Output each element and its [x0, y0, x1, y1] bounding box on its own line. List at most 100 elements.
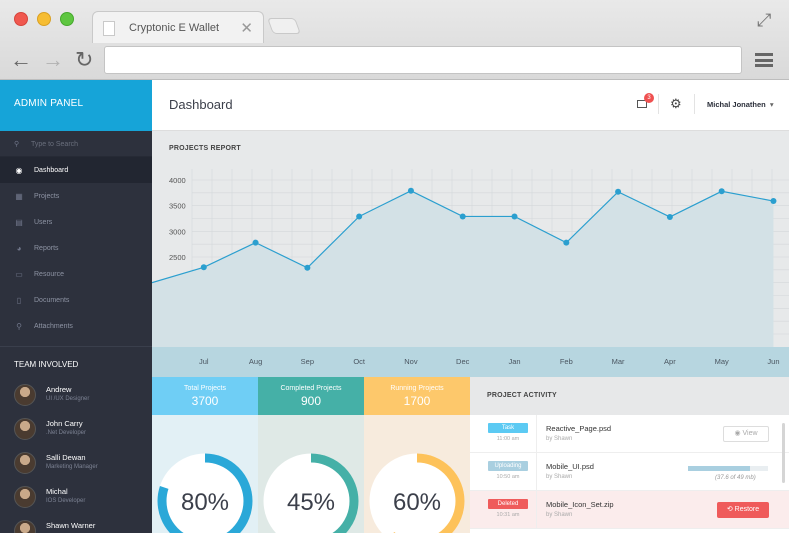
- data-point: [304, 264, 311, 271]
- stat-value: 900: [300, 394, 322, 408]
- sidebar-item-label: Users: [34, 218, 53, 226]
- data-point: [563, 239, 570, 246]
- file-name: Mobile_Icon_Set.zip: [546, 500, 614, 509]
- progress-ring: 80%: [157, 453, 253, 533]
- address-bar[interactable]: [104, 46, 742, 74]
- team-member[interactable]: John Carry .Net Developer: [14, 418, 154, 446]
- avatar: [14, 418, 36, 440]
- hamburger-menu-icon[interactable]: [755, 53, 773, 67]
- file-author: by Shawn: [546, 436, 573, 442]
- gear-icon[interactable]: ⚙: [670, 96, 682, 112]
- close-window-button[interactable]: [14, 12, 28, 26]
- page-icon: [103, 21, 115, 36]
- sidebar-item-reports[interactable]: ◕ Reports: [0, 235, 152, 261]
- percent-label: 60%: [393, 489, 441, 516]
- reports-icon: ◕: [16, 243, 22, 253]
- sidebar-item-users[interactable]: ▤ Users: [0, 209, 152, 235]
- x-tick-label: Feb: [560, 357, 573, 366]
- sidebar-item-attachments[interactable]: ⚲ Attachments: [0, 313, 152, 339]
- member-name: Salli Dewan: [46, 453, 86, 462]
- team-member[interactable]: Andrew UI /UX Designer: [14, 384, 154, 412]
- member-role: .Net Developer: [46, 430, 87, 436]
- sidebar: ADMIN PANEL ⚲ Type to Search ◉ Dashboard ▦…: [0, 80, 152, 533]
- new-tab-button[interactable]: [267, 18, 301, 34]
- activity-row: Uploading 10:50 am Mobile_UI.psd by Shawn (3…: [470, 453, 789, 491]
- project-activity-panel: PROJECT ACTIVITY Task 11:00 am Reactive_Pa…: [470, 377, 789, 533]
- forward-arrow-icon[interactable]: →: [42, 49, 64, 71]
- tab-close-icon[interactable]: ✕: [240, 19, 253, 37]
- data-point: [718, 188, 725, 195]
- stat-label: Running Projects: [390, 385, 444, 392]
- x-tick-label: Jan: [508, 357, 520, 366]
- minimize-window-button[interactable]: [37, 12, 51, 26]
- projects-report-chart: PROJECTS REPORT 100015002000250030003500…: [152, 131, 789, 377]
- sidebar-item-dashboard[interactable]: ◉ Dashboard: [0, 157, 152, 183]
- x-tick-label: Mar: [612, 357, 625, 366]
- member-name: John Carry: [46, 419, 83, 428]
- divider: [536, 453, 537, 491]
- sidebar-item-label: Documents: [34, 296, 70, 304]
- view-button[interactable]: ◉ View: [723, 426, 769, 442]
- tab-title: Cryptonic E Wallet: [129, 22, 220, 34]
- sidebar-item-projects[interactable]: ▦ Projects: [0, 183, 152, 209]
- sidebar-item-label: Dashboard: [34, 166, 69, 174]
- stat-card: Completed Projects 900 45%: [258, 377, 364, 533]
- member-name: Andrew: [46, 385, 72, 394]
- file-name: Reactive_Page.psd: [546, 424, 612, 433]
- divider: [694, 94, 695, 114]
- sidebar-item-label: Reports: [34, 244, 59, 252]
- browser-tab[interactable]: Cryptonic E Wallet ✕: [92, 11, 264, 43]
- status-badge: Task: [488, 423, 528, 433]
- member-role: IOS Developer: [46, 498, 86, 504]
- member-role: Marketing Manager: [46, 464, 98, 470]
- avatar: [14, 452, 36, 474]
- activity-row: Task 11:00 am Reactive_Page.psdby Shawn ◉ V…: [470, 415, 789, 453]
- browser-window: Cryptonic E Wallet ✕ ⤢ ← → ↻ ADMIN PANEL…: [0, 0, 789, 533]
- stat-card: Total Projects 3700 80%: [152, 377, 258, 533]
- team-member[interactable]: Michal IOS Developer: [14, 486, 154, 514]
- user-menu[interactable]: Michal Jonathen ▾: [707, 100, 774, 109]
- chevron-down-icon: ▾: [769, 100, 774, 109]
- attachments-icon: ⚲: [16, 321, 22, 331]
- maximize-window-button[interactable]: [60, 12, 74, 26]
- users-icon: ▤: [15, 217, 23, 227]
- activity-row: Deleted 10:31 am Mobile_Icon_Set.zip by Sha…: [470, 491, 789, 529]
- x-tick-label: Nov: [404, 357, 418, 366]
- stat-value: 3700: [191, 394, 219, 408]
- view-label: View: [742, 430, 758, 437]
- data-point: [770, 198, 777, 205]
- reload-icon[interactable]: ↻: [75, 49, 93, 71]
- user-name: Michal Jonathen: [707, 100, 766, 109]
- restore-icon: ⟲: [726, 506, 735, 513]
- search-input[interactable]: ⚲ Type to Search: [0, 131, 152, 157]
- data-point: [200, 264, 207, 271]
- restore-button[interactable]: ⟲ Restore: [717, 502, 769, 518]
- avatar: [14, 486, 36, 508]
- back-arrow-icon[interactable]: ←: [10, 49, 32, 71]
- stat-header: Total Projects 3700: [152, 377, 258, 415]
- x-tick-label: Oct: [353, 357, 366, 366]
- x-tick-label: May: [715, 357, 729, 366]
- chart-canvas: 1000150020002500300035004000JulAugSepOct…: [152, 169, 789, 366]
- fullscreen-icon[interactable]: ⤢: [757, 10, 771, 31]
- y-tick-label: 3000: [169, 227, 186, 236]
- file-author: by Shawn: [546, 474, 573, 480]
- data-point: [666, 213, 673, 220]
- avatar: [14, 384, 36, 406]
- sidebar-item-resource[interactable]: ▭ Resource: [0, 261, 152, 287]
- stat-label: Completed Projects: [280, 385, 342, 392]
- sidebar-item-documents[interactable]: ▯ Documents: [0, 287, 152, 313]
- activity-time: 10:50 am: [496, 474, 520, 480]
- eye-icon: ◉: [734, 430, 743, 437]
- divider: [536, 415, 537, 453]
- status-badge: Deleted: [488, 499, 528, 509]
- scrollbar[interactable]: [782, 423, 785, 483]
- activity-time: 11:00 am: [496, 436, 520, 442]
- y-tick-label: 4000: [169, 176, 186, 185]
- progress-ring: 60%: [369, 453, 465, 533]
- x-tick-label: Sep: [301, 357, 314, 366]
- resource-icon: ▭: [15, 269, 23, 279]
- team-member[interactable]: Shawn Warner: [14, 520, 154, 533]
- team-member[interactable]: Salli Dewan Marketing Manager: [14, 452, 154, 480]
- status-badge: Uploading: [488, 461, 528, 471]
